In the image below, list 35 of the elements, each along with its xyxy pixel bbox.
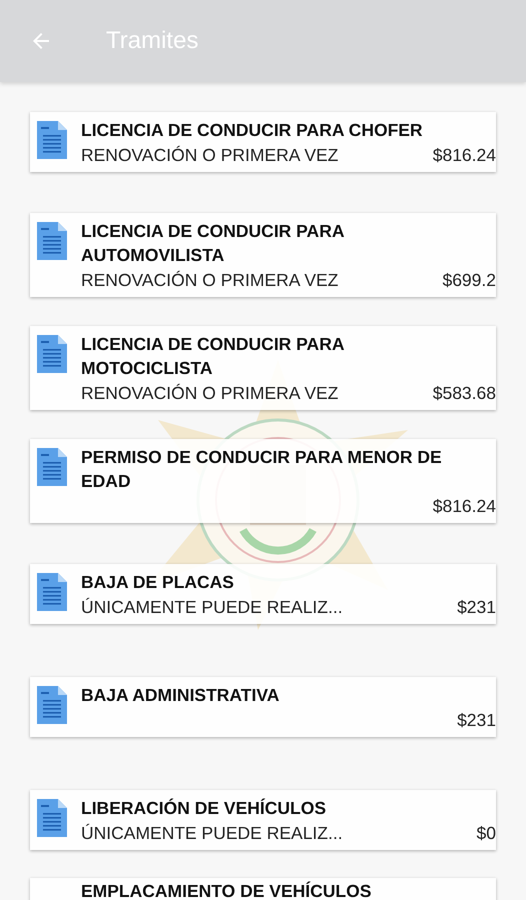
document-icon [37,222,67,260]
document-icon [37,334,67,372]
procedure-title: LICENCIA DE CONDUCIR PARA AUTOMOVILISTA [81,220,345,266]
procedure-price: $0 [476,822,496,844]
document-icon [37,686,67,724]
document-icon [37,120,67,158]
procedure-card[interactable]: PERMISO DE CONDUCIR PARA MENOR DE EDAD $816.24 [30,438,496,522]
procedure-price: $583.68 [432,382,496,404]
procedure-title: BAJA DE PLACAS [81,570,235,594]
procedure-description: ÚNICAMENTE PUEDE REALIZ... [81,596,343,618]
procedure-title: LICENCIA DE CONDUCIR PARA CHOFER [81,118,424,142]
procedure-card[interactable]: BAJA DE PLACAS ÚNICAMENTE PUEDE REALIZ... $231 [30,564,496,624]
document-icon [37,798,67,836]
procedure-description: ÚNICAMENTE PUEDE REALIZ... [81,822,343,844]
procedure-price: $816.24 [432,144,496,166]
procedure-card[interactable]: LICENCIA DE CONDUCIR PARA AUTOMOVILISTA RENOVACIÓN O PRIMERA VEZ $699.2 [30,212,496,296]
procedure-description: RENOVACIÓN O PRIMERA VEZ [81,268,338,292]
procedure-price: $816.24 [432,494,496,518]
procedure-card[interactable]: BAJA ADMINISTRATIVA $231 [30,676,496,736]
procedure-price: $231 [457,708,496,732]
procedure-card[interactable]: LICENCIA DE CONDUCIR PARA MOTOCICLISTA RENOVACIÓN O PRIMERA VEZ $583.68 [30,326,496,410]
document-icon [37,572,67,610]
procedure-description: RENOVACIÓN O PRIMERA VEZ [81,144,338,166]
procedure-title: LIBERACIÓN DE VEHÍCULOS [81,796,328,820]
procedure-description: RENOVACIÓN O PRIMERA VEZ [81,382,338,404]
document-icon [37,448,67,486]
procedure-price: $231 [457,596,496,618]
procedure-card[interactable]: LIBERACIÓN DE VEHÍCULOS ÚNICAMENTE PUEDE REALIZ... $0 [30,790,496,850]
procedure-card[interactable]: LICENCIA DE CONDUCIR PARA CHOFER RENOVACIÓN O PRIMERA VEZ $816.24 [30,112,496,172]
procedure-title: LICENCIA DE CONDUCIR PARA MOTOCICLISTA [81,332,345,380]
procedure-title: PERMISO DE CONDUCIR PARA MENOR DE EDAD [81,446,443,492]
procedure-title: BAJA ADMINISTRATIVA [81,684,280,706]
procedure-price: $699.2 [442,268,496,292]
procedure-card[interactable]: EMPLACAMIENTO DE VEHÍCULOS [30,878,496,900]
procedure-title: EMPLACAMIENTO DE VEHÍCULOS [81,880,372,900]
